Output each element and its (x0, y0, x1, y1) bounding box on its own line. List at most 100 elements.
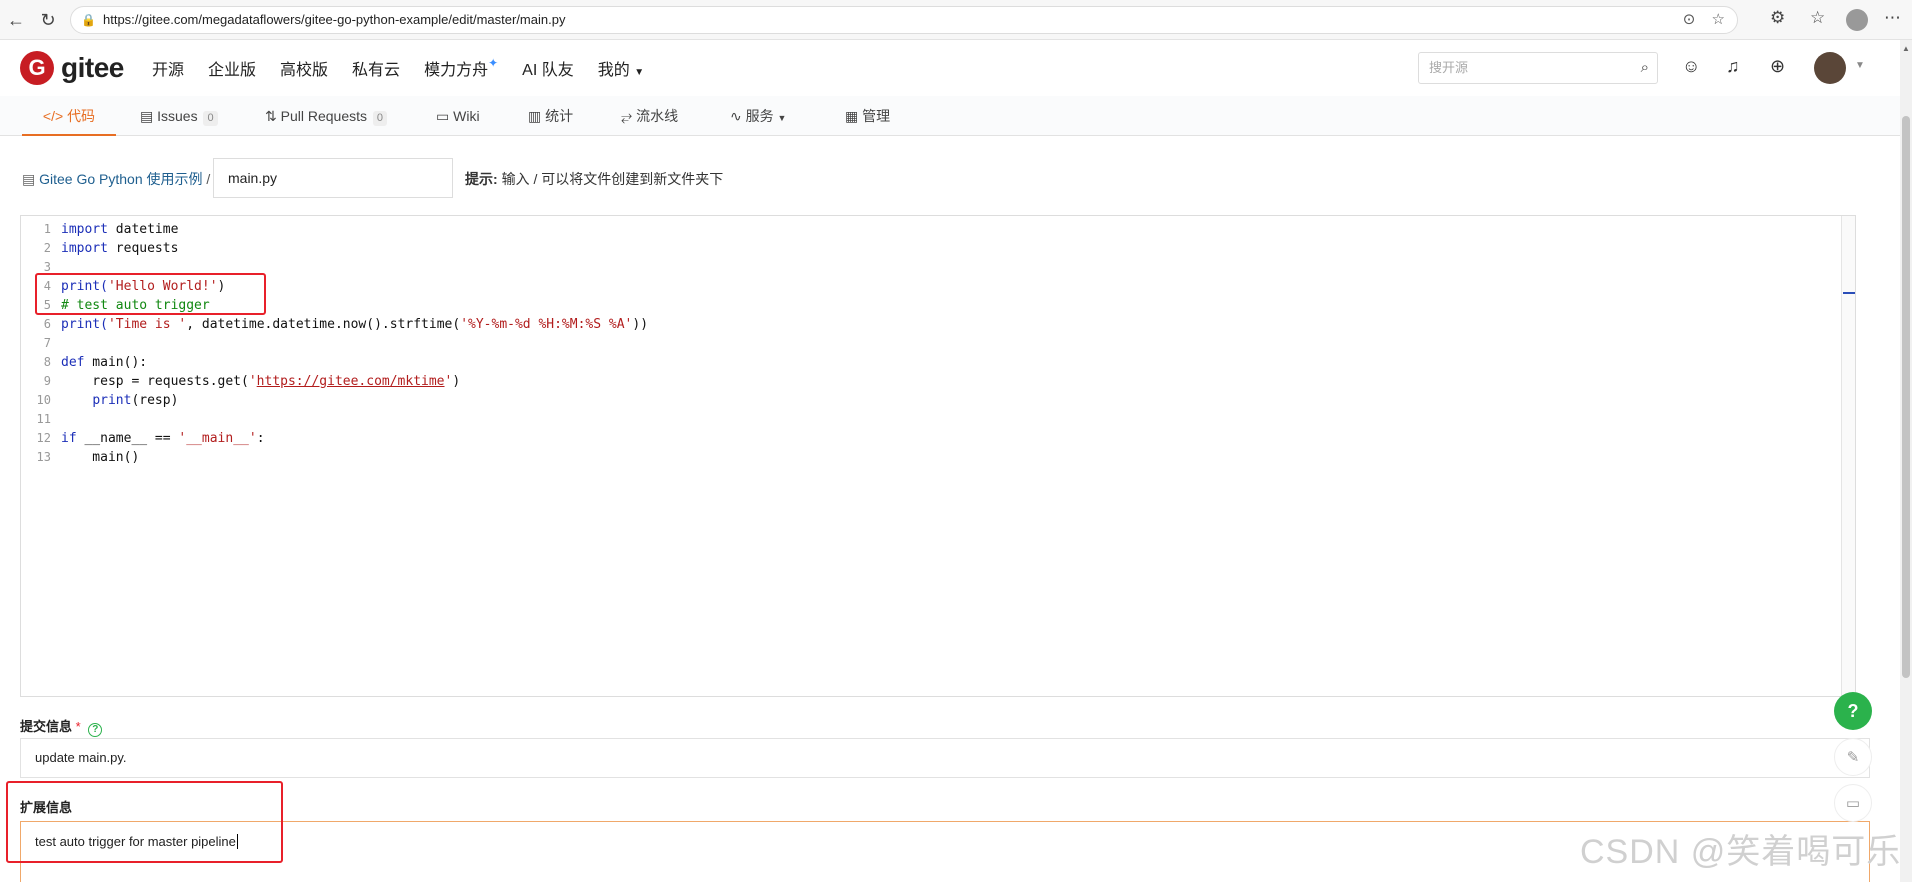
code-text: requests (107, 241, 179, 256)
address-bar[interactable]: 🔒 https://gitee.com/megadataflowers/gite… (70, 6, 1738, 34)
line-number: 13 (36, 450, 51, 464)
highlight-box-extended (6, 781, 283, 863)
nav-private-cloud[interactable]: 私有云 (352, 56, 400, 80)
tab-code[interactable]: </> 代码 (22, 96, 116, 136)
robot-icon[interactable]: ☺ (1682, 56, 1700, 77)
tab-stats-label: 统计 (545, 108, 574, 124)
main-nav: 开源 企业版 高校版 私有云 模力方舟✦ AI 队友 我的 ▼ (152, 40, 668, 96)
reload-icon[interactable]: ↻ (36, 8, 60, 32)
code-keyword: def (61, 355, 85, 370)
code-string: ' (444, 374, 453, 389)
gitee-logo-mark: G (20, 51, 54, 85)
feedback-edit-icon[interactable]: ✎ (1834, 738, 1872, 776)
nav-ai-teammate[interactable]: AI 队友 (522, 56, 574, 80)
code-line: 9 resp = requests.get( ' https://gitee.com… (21, 372, 648, 391)
manage-icon: ▦ (845, 108, 859, 124)
nav-education[interactable]: 高校版 (280, 56, 328, 80)
code-line: 10 print (resp) (21, 391, 648, 410)
hint-text: 输入 / 可以将文件创建到新文件夹下 (501, 171, 724, 187)
code-line: 8 def main(): (21, 353, 648, 372)
filename-input[interactable]: main.py (213, 158, 453, 198)
more-options-icon[interactable]: ⊙ (1683, 11, 1696, 28)
browser-toolbar: ← ↻ 🔒 https://gitee.com/megadataflowers/… (0, 0, 1912, 40)
nav-moli-fangzhou-label: 模力方舟 (424, 62, 489, 79)
code-keyword: import (61, 241, 108, 256)
code-content[interactable]: 1 import datetime 2 import requests 3 4 pri… (21, 220, 648, 467)
commit-label: 提交信息 * ? (20, 716, 103, 737)
bell-icon[interactable]: ♫ (1726, 56, 1740, 77)
commit-message-input[interactable]: update main.py. (20, 738, 1870, 778)
page-scrollbar[interactable]: ▲ (1900, 40, 1912, 882)
editor-scrollbar[interactable] (1841, 216, 1855, 696)
site-header: G gitee 开源 企业版 高校版 私有云 模力方舟✦ AI 队友 我的 ▼ … (0, 40, 1900, 96)
search-placeholder: 搜开源 (1429, 60, 1469, 75)
code-line: 2 import requests (21, 239, 648, 258)
nav-open-source[interactable]: 开源 (152, 56, 184, 80)
caret-down-icon: ▼ (777, 113, 787, 123)
pr-count-badge: 0 (372, 111, 388, 126)
code-line: 7 (21, 334, 648, 353)
tab-pull-requests-label: Pull Requests (280, 108, 368, 124)
code-editor[interactable]: 1 import datetime 2 import requests 3 4 pri… (20, 215, 1856, 697)
nav-mine[interactable]: 我的 ▼ (598, 56, 644, 80)
breadcrumb: ▤ Gitee Go Python 使用示例 / (22, 168, 210, 190)
plus-circle-icon[interactable]: ⊕ (1770, 56, 1785, 77)
code-text: (resp) (131, 393, 179, 408)
tab-services-label: 服务 (745, 108, 774, 124)
issues-icon: ▤ (140, 108, 154, 124)
tab-stats[interactable]: ▥ 统计 (528, 96, 573, 136)
repo-tabs: </> 代码 ▤ Issues 0 ⇅ Pull Requests 0 ▭ Wi… (0, 96, 1900, 136)
tab-pipeline-label: 流水线 (636, 108, 679, 124)
search-input[interactable]: 搜开源 ⌕ (1418, 52, 1658, 84)
breadcrumb-separator: / (206, 171, 211, 187)
required-mark: * (75, 719, 81, 734)
code-text: resp = requests.get( (61, 374, 249, 389)
wiki-icon: ▭ (436, 108, 450, 124)
code-text: : (256, 431, 265, 446)
extensions-icon[interactable]: ⚙ (1770, 8, 1785, 28)
code-function: print (92, 393, 132, 408)
tab-services[interactable]: ∿ 服务 ▼ (730, 96, 786, 136)
tab-pull-requests[interactable]: ⇅ Pull Requests 0 (265, 96, 388, 136)
repo-link[interactable]: Gitee Go Python 使用示例 (39, 171, 202, 187)
back-icon[interactable]: ← (4, 8, 28, 32)
service-icon: ∿ (730, 108, 742, 124)
code-text: main() (61, 450, 140, 465)
scrollbar-thumb[interactable] (1902, 116, 1910, 678)
search-icon[interactable]: ⌕ (1641, 53, 1649, 83)
commit-label-text: 提交信息 (20, 719, 73, 734)
chat-icon[interactable]: ▭ (1834, 784, 1872, 822)
nav-enterprise[interactable]: 企业版 (208, 56, 256, 80)
browser-menu-icon[interactable]: ⋯ (1884, 8, 1901, 28)
favorite-star-icon[interactable]: ☆ (1712, 11, 1725, 28)
sparkle-icon: ✦ (488, 56, 499, 70)
filename-hint: 提示: 输入 / 可以将文件创建到新文件夹下 (465, 168, 723, 190)
nav-moli-fangzhou[interactable]: 模力方舟✦ (424, 56, 498, 80)
code-line: 13 main() (21, 448, 648, 467)
scroll-up-icon[interactable]: ▲ (1902, 44, 1910, 53)
line-number: 10 (36, 393, 51, 407)
tab-code-label: 代码 (67, 108, 96, 124)
line-number: 9 (43, 374, 51, 388)
favorites-icon[interactable]: ☆ (1810, 8, 1825, 28)
file-icon: ▤ (22, 171, 36, 187)
tab-issues[interactable]: ▤ Issues 0 (140, 96, 218, 136)
browser-profile-avatar[interactable] (1846, 9, 1868, 31)
user-avatar[interactable] (1814, 52, 1846, 84)
tab-manage[interactable]: ▦ 管理 (845, 96, 890, 136)
help-icon[interactable]: ? (88, 723, 103, 737)
pipeline-icon: ⥂ (621, 108, 633, 124)
hint-label: 提示: (465, 171, 498, 187)
code-line: 12 if __name__ == '__main__': (21, 429, 648, 448)
avatar-caret-icon[interactable]: ▼ (1855, 60, 1865, 71)
tab-wiki[interactable]: ▭ Wiki (436, 96, 480, 136)
help-float-button[interactable]: ? (1834, 692, 1872, 730)
tab-manage-label: 管理 (862, 108, 891, 124)
tab-pipeline[interactable]: ⥂ 流水线 (621, 96, 678, 136)
gitee-logo[interactable]: G gitee (20, 51, 124, 85)
stats-icon: ▥ (528, 108, 542, 124)
pull-request-icon: ⇅ (265, 108, 277, 124)
code-link[interactable]: https://gitee.com/mktime (257, 372, 445, 391)
issues-count-badge: 0 (203, 111, 218, 126)
